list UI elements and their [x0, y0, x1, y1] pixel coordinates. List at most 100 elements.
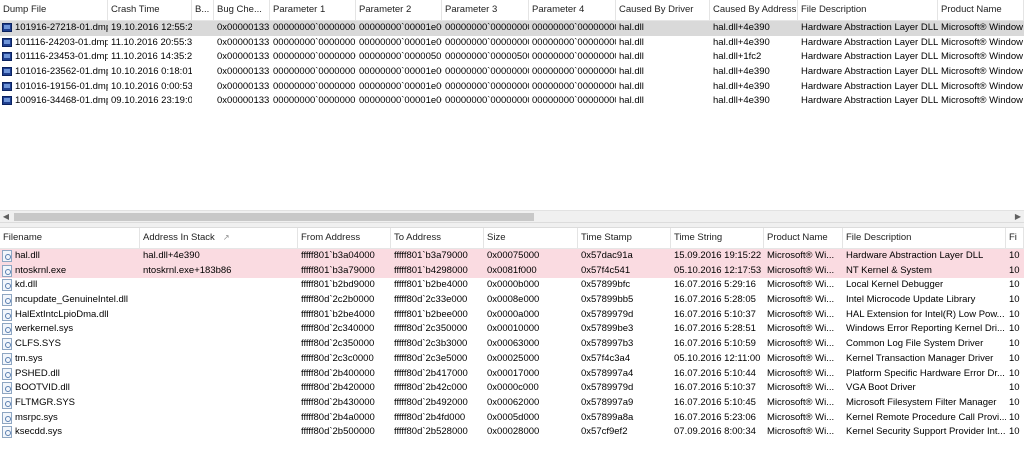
table-cell: 00000000`00000000 [445, 66, 529, 78]
column-header-time-stamp[interactable]: Time Stamp [578, 228, 671, 248]
table-cell: Intel Microcode Update Library [846, 294, 976, 306]
table-row[interactable]: 101016-23562-01.dmp 10.10.2016 0:18:01 0x0… [0, 65, 1024, 80]
table-cell: 00000000`00001e00 [359, 36, 442, 48]
table-cell: 0x00000133 [217, 36, 270, 48]
column-header-file-description[interactable]: File Description [798, 0, 938, 20]
table-cell: fffff80d`2c350000 [301, 338, 375, 350]
table-cell [140, 367, 298, 382]
table-cell: werkernel.sys [0, 322, 140, 337]
column-header-address-in-stack[interactable]: Address In Stack ↗ [140, 228, 298, 248]
column-header-caused-by-address[interactable]: Caused By Address [710, 0, 798, 20]
column-header-parameter-3[interactable]: Parameter 3 [442, 0, 529, 20]
table-row[interactable]: 101116-24203-01.dmp 11.10.2016 20:55:34 0x… [0, 36, 1024, 51]
column-header-parameter-1[interactable]: Parameter 1 [270, 0, 356, 20]
scrollbar-thumb[interactable] [14, 213, 534, 221]
table-row[interactable]: kd.dll fffff801`b2bd9000 fffff801`b2be4000… [0, 278, 1024, 293]
file-name: CLFS.SYS [15, 338, 61, 350]
column-header-parameter-4[interactable]: Parameter 4 [529, 0, 616, 20]
table-cell: msrpc.sys [0, 411, 140, 426]
column-header-dump-file[interactable]: Dump File [0, 0, 108, 20]
table-row[interactable]: ksecdd.sys fffff80d`2b500000 fffff80d`2b52… [0, 425, 1024, 440]
system-file-icon [2, 264, 12, 277]
table-cell: 00000000`00000001 [273, 36, 356, 48]
column-header-to-address[interactable]: To Address [391, 228, 484, 248]
table-cell [192, 50, 214, 65]
column-header-parameter-2[interactable]: Parameter 2 [356, 0, 442, 20]
table-cell: 0x00010000 [487, 323, 540, 335]
table-row[interactable]: werkernel.sys fffff80d`2c340000 fffff80d`2… [0, 322, 1024, 337]
column-header-label: Parameter 4 [532, 4, 585, 15]
table-cell: 00000000`00000000 [445, 36, 529, 48]
column-header-fi[interactable]: Fi [1006, 228, 1024, 248]
file-name: FLTMGR.SYS [15, 396, 75, 408]
table-cell: 0x5789979d [581, 382, 634, 394]
memory-dump-icon [2, 52, 12, 62]
table-cell: 0x578997b3 [581, 338, 634, 350]
table-cell: 16.07.2016 5:29:16 [674, 279, 756, 291]
table-cell: fffff801`b2be4000 [301, 308, 375, 320]
table-row[interactable]: HalExtIntcLpioDma.dll fffff801`b2be4000 ff… [0, 308, 1024, 323]
file-name: werkernel.sys [15, 323, 74, 335]
column-header-product-name[interactable]: Product Name [764, 228, 843, 248]
table-row[interactable]: PSHED.dll fffff80d`2b400000 fffff80d`2b417… [0, 367, 1024, 382]
table-row[interactable]: 101116-23453-01.dmp 11.10.2016 14:35:29 0x… [0, 50, 1024, 65]
table-row[interactable]: ntoskrnl.exe ntoskrnl.exe+183b86 fffff801`… [0, 263, 1024, 279]
table-cell: ksecdd.sys [0, 425, 140, 440]
table-cell: 00000000`00000000 [273, 51, 356, 63]
table-row[interactable]: BOOTVID.dll fffff80d`2b420000 fffff80d`2b4… [0, 381, 1024, 396]
table-cell: fffff80d`2b492000 [394, 396, 468, 408]
table-cell: Hardware Abstraction Layer DLL [801, 36, 938, 48]
table-cell: 0x578997a9 [581, 396, 634, 408]
table-cell: fffff801`b4298000 [394, 264, 468, 276]
table-row[interactable]: 101016-19156-01.dmp 10.10.2016 0:00:53 0x0… [0, 80, 1024, 95]
table-cell [192, 80, 214, 95]
column-header-filename[interactable]: Filename [0, 228, 140, 248]
table-cell: 10 [1009, 323, 1020, 335]
table-cell: ntoskrnl.exe+183b86 [143, 264, 232, 276]
table-row[interactable]: mcupdate_GenuineIntel.dll fffff80d`2c2b00… [0, 293, 1024, 308]
table-cell: 0x00000133 [217, 66, 270, 78]
table-cell: tm.sys [0, 352, 140, 367]
table-cell: fffff801`b3a79000 [301, 264, 375, 276]
table-cell [140, 381, 298, 396]
column-header-bug-che[interactable]: Bug Che... [214, 0, 270, 20]
column-header-label: File Description [801, 4, 867, 15]
table-cell: 11.10.2016 20:55:34 [111, 36, 192, 48]
table-row[interactable]: msrpc.sys fffff80d`2b4a0000 fffff80d`2b4fd… [0, 411, 1024, 426]
table-row[interactable]: FLTMGR.SYS fffff80d`2b430000 fffff80d`2b49… [0, 396, 1024, 411]
table-row[interactable]: 100916-34468-01.dmp 09.10.2016 23:19:05 0x… [0, 94, 1024, 109]
table-cell: PSHED.dll [0, 367, 140, 382]
table-cell: 16.07.2016 5:28:51 [674, 323, 756, 335]
column-header-caused-by-driver[interactable]: Caused By Driver [616, 0, 710, 20]
file-name: 101016-19156-01.dmp [15, 80, 108, 92]
table-cell: 101116-23453-01.dmp [0, 50, 108, 65]
column-header-label: Parameter 1 [273, 4, 326, 15]
table-cell: fffff80d`2b4fd000 [394, 411, 466, 423]
column-header-from-address[interactable]: From Address [298, 228, 391, 248]
table-cell: Platform Specific Hardware Error Dr... [846, 367, 1005, 379]
table-row[interactable]: hal.dll hal.dll+4e390 fffff801`b3a04000 fff… [0, 249, 1024, 264]
column-header-b[interactable]: B... [192, 0, 214, 20]
table-cell: 05.10.2016 12:11:00 [674, 352, 761, 364]
column-header-time-string[interactable]: Time String [671, 228, 764, 248]
table-cell: 16.07.2016 5:10:44 [674, 367, 756, 379]
column-header-file-description[interactable]: File Description [843, 228, 1006, 248]
table-cell: 00000000`00000501 [359, 51, 442, 63]
table-row[interactable]: 101916-27218-01.dmp 19.10.2016 12:55:20 0x… [0, 21, 1024, 36]
table-cell: fffff80d`2c33e000 [394, 294, 468, 306]
table-cell: 05.10.2016 12:17:53 [674, 264, 762, 276]
table-cell: Microsoft Filesystem Filter Manager [846, 396, 997, 408]
column-header-crash-time[interactable]: Crash Time [108, 0, 192, 20]
table-row[interactable]: tm.sys fffff80d`2c3c0000 fffff80d`2c3e5000… [0, 352, 1024, 367]
table-cell: Microsoft® Wi... [767, 279, 835, 291]
column-header-size[interactable]: Size [484, 228, 578, 248]
table-row[interactable]: CLFS.SYS fffff80d`2c350000 fffff80d`2c3b30… [0, 337, 1024, 352]
table-cell [140, 411, 298, 426]
column-header-label: To Address [394, 232, 441, 243]
table-cell: VGA Boot Driver [846, 382, 916, 394]
table-cell: HAL Extension for Intel(R) Low Pow... [846, 308, 1005, 320]
table-cell: fffff80d`2b430000 [301, 396, 375, 408]
table-cell: 101016-23562-01.dmp [0, 65, 108, 80]
column-header-product-name[interactable]: Product Name [938, 0, 1024, 20]
column-header-label: Product Name [767, 232, 828, 243]
